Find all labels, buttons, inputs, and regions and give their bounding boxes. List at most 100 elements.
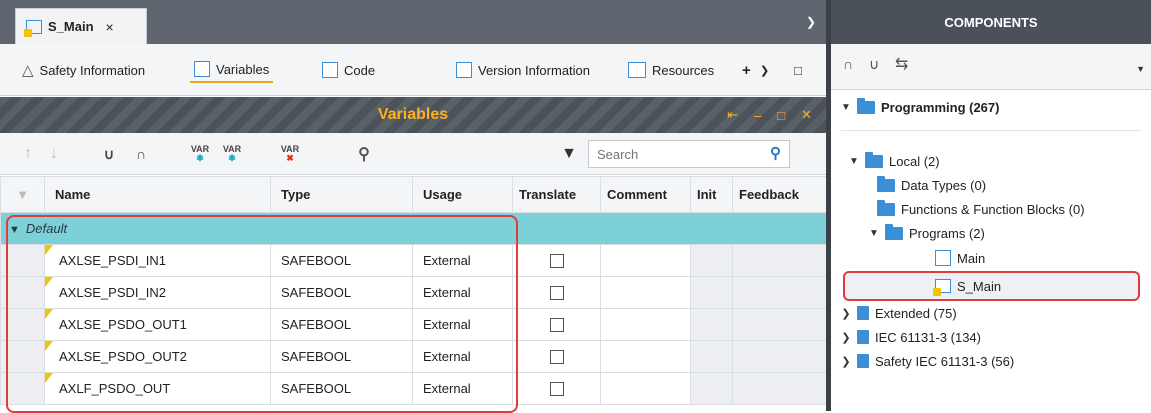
group-expand-icon[interactable]: ▼ xyxy=(9,224,20,236)
tree-node-local[interactable]: ▼ Local (2) xyxy=(849,150,940,172)
table-row[interactable]: AXLSE_PSDI_IN2 SAFEBOOL External xyxy=(0,276,827,309)
delete-variable-icon[interactable]: VAR ✖ xyxy=(278,143,302,165)
tree-node-main[interactable]: Main xyxy=(935,247,985,269)
translate-checkbox[interactable] xyxy=(549,318,564,333)
feedback-cell[interactable] xyxy=(732,244,827,277)
version-information-button[interactable]: Version Information xyxy=(452,57,594,83)
variable-type-cell[interactable]: SAFEBOOL xyxy=(270,308,413,341)
column-header-feedback[interactable]: Feedback xyxy=(732,176,827,213)
search-icon[interactable]: ⚲ xyxy=(770,144,781,162)
column-header-name[interactable]: Name xyxy=(44,176,271,213)
chevron-down-icon[interactable]: ❯ xyxy=(796,0,826,44)
variable-usage-cell[interactable]: External xyxy=(412,276,513,309)
init-cell[interactable] xyxy=(690,276,733,309)
variable-type-cell[interactable]: SAFEBOOL xyxy=(270,372,413,405)
variable-usage-cell[interactable]: External xyxy=(412,372,513,405)
search-input[interactable] xyxy=(589,141,749,167)
find-icon[interactable]: ⚲ xyxy=(354,143,374,165)
row-header[interactable] xyxy=(0,276,45,309)
chevron-down-icon[interactable]: ▼ xyxy=(841,102,851,113)
comment-cell[interactable] xyxy=(600,308,691,341)
variable-type-cell[interactable]: SAFEBOOL xyxy=(270,276,413,309)
table-row[interactable]: AXLSE_PSDI_IN1 SAFEBOOL External xyxy=(0,244,827,277)
table-row[interactable]: AXLF_PSDO_OUT SAFEBOOL External xyxy=(0,372,827,405)
variable-usage-cell[interactable]: External xyxy=(412,308,513,341)
maximize-icon[interactable]: □ xyxy=(790,57,806,83)
group-row-default[interactable]: ▼ Default xyxy=(0,212,827,245)
add-section-icon[interactable]: + xyxy=(738,57,755,83)
variable-name-cell[interactable]: AXLSE_PSDI_IN1 xyxy=(44,244,271,277)
resources-button[interactable]: Resources xyxy=(624,57,718,83)
feedback-cell[interactable] xyxy=(732,340,827,373)
chevron-right-icon[interactable]: ❯ xyxy=(841,307,851,320)
insert-variable-icon[interactable]: VAR ✱ xyxy=(220,143,244,165)
column-header-translate[interactable]: Translate xyxy=(512,176,601,213)
close-tab-icon[interactable]: × xyxy=(106,19,114,35)
move-down-icon[interactable]: ↓ xyxy=(46,143,62,165)
feedback-cell[interactable] xyxy=(732,308,827,341)
close-panel-icon[interactable]: ✕ xyxy=(801,107,812,123)
safety-information-button[interactable]: △ Safety Information xyxy=(18,57,149,83)
tree-node-s-main[interactable]: S_Main xyxy=(933,275,1001,297)
variables-button[interactable]: Variables xyxy=(190,57,274,83)
row-header[interactable] xyxy=(0,340,45,373)
translate-checkbox[interactable] xyxy=(549,254,564,269)
tree-node-extended[interactable]: ❯ Extended (75) xyxy=(841,302,956,324)
toolbar-dropdown-icon[interactable]: ▼ xyxy=(1136,64,1145,74)
collapse-all-icon[interactable]: ∪ xyxy=(98,143,120,165)
variable-name-cell[interactable]: AXLF_PSDO_OUT xyxy=(44,372,271,405)
restore-icon[interactable]: □ xyxy=(777,108,785,123)
init-cell[interactable] xyxy=(690,244,733,277)
row-header[interactable] xyxy=(0,372,45,405)
chevron-down-icon[interactable]: ▼ xyxy=(869,228,879,239)
sync-icon[interactable]: ⇆ xyxy=(895,54,908,74)
collapse-tree-icon[interactable]: ∪ xyxy=(869,56,879,73)
tree-node-data-types[interactable]: Data Types (0) xyxy=(877,174,986,196)
variable-name-cell[interactable]: AXLSE_PSDO_OUT2 xyxy=(44,340,271,373)
init-cell[interactable] xyxy=(690,372,733,405)
column-header-init[interactable]: Init xyxy=(690,176,733,213)
section-dropdown-icon[interactable]: ❯ xyxy=(756,57,773,83)
tree-node-iec[interactable]: ❯ IEC 61131-3 (134) xyxy=(841,326,981,348)
row-header[interactable] xyxy=(0,308,45,341)
chevron-right-icon[interactable]: ❯ xyxy=(841,331,851,344)
column-header-comment[interactable]: Comment xyxy=(600,176,691,213)
variable-name-cell[interactable]: AXLSE_PSDO_OUT1 xyxy=(44,308,271,341)
variable-usage-cell[interactable]: External xyxy=(412,244,513,277)
init-cell[interactable] xyxy=(690,340,733,373)
chevron-down-icon[interactable]: ▼ xyxy=(849,156,859,167)
pin-icon[interactable]: ⇤ xyxy=(727,107,738,123)
document-tab-s-main[interactable]: S_Main × xyxy=(15,8,147,44)
feedback-cell[interactable] xyxy=(732,372,827,405)
feedback-cell[interactable] xyxy=(732,276,827,309)
translate-checkbox[interactable] xyxy=(549,350,564,365)
filter-icon[interactable]: ▼ xyxy=(560,143,578,165)
translate-checkbox[interactable] xyxy=(549,286,564,301)
tree-node-programs[interactable]: ▼ Programs (2) xyxy=(869,222,985,244)
move-up-icon[interactable]: ↑ xyxy=(20,143,36,165)
translate-checkbox[interactable] xyxy=(549,382,564,397)
init-cell[interactable] xyxy=(690,308,733,341)
comment-cell[interactable] xyxy=(600,340,691,373)
add-variable-icon[interactable]: VAR ✱ xyxy=(188,143,212,165)
variable-type-cell[interactable]: SAFEBOOL xyxy=(270,340,413,373)
tree-node-safety-iec[interactable]: ❯ Safety IEC 61131-3 (56) xyxy=(841,350,1014,372)
minimize-icon[interactable]: – xyxy=(754,108,761,123)
row-header-corner[interactable]: ▼ xyxy=(0,176,45,213)
table-row[interactable]: AXLSE_PSDO_OUT2 SAFEBOOL External xyxy=(0,340,827,373)
column-header-usage[interactable]: Usage xyxy=(412,176,513,213)
expand-all-icon[interactable]: ∩ xyxy=(130,143,152,165)
variable-type-cell[interactable]: SAFEBOOL xyxy=(270,244,413,277)
comment-cell[interactable] xyxy=(600,372,691,405)
row-header[interactable] xyxy=(0,244,45,277)
variable-name-cell[interactable]: AXLSE_PSDI_IN2 xyxy=(44,276,271,309)
code-button[interactable]: Code xyxy=(318,57,379,83)
table-row[interactable]: AXLSE_PSDO_OUT1 SAFEBOOL External xyxy=(0,308,827,341)
chevron-right-icon[interactable]: ❯ xyxy=(841,355,851,368)
expand-tree-icon[interactable]: ∩ xyxy=(843,56,853,72)
comment-cell[interactable] xyxy=(600,276,691,309)
variable-usage-cell[interactable]: External xyxy=(412,340,513,373)
comment-cell[interactable] xyxy=(600,244,691,277)
tree-node-functions[interactable]: Functions & Function Blocks (0) xyxy=(877,198,1085,220)
tree-node-programming[interactable]: ▼ Programming (267) xyxy=(841,96,999,118)
